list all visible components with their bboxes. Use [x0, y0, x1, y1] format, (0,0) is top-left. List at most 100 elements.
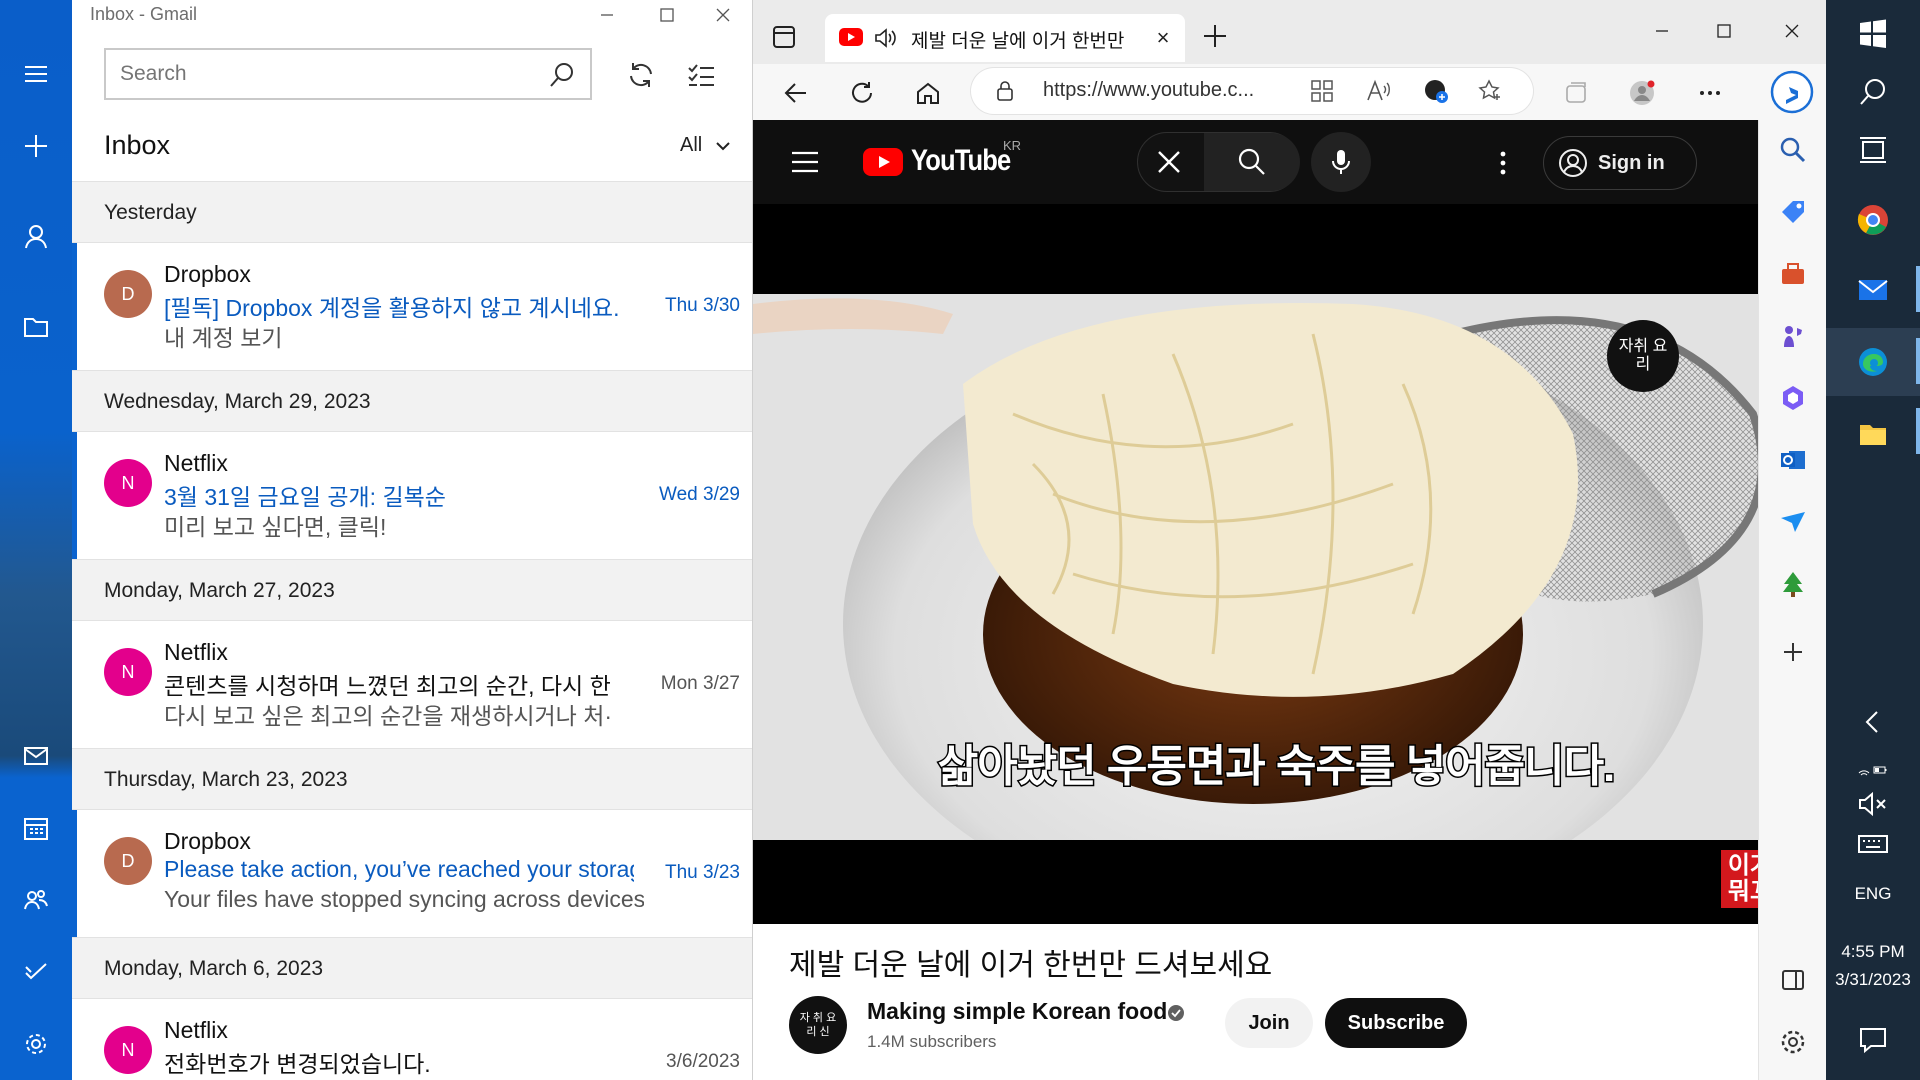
maximize-button[interactable] [644, 0, 690, 30]
speaker-icon[interactable] [873, 26, 897, 50]
chrome-taskbar-button[interactable] [1826, 186, 1920, 254]
sidebar-search-button[interactable] [1775, 132, 1811, 168]
filter-dropdown[interactable]: All [680, 134, 732, 157]
people-switch-button[interactable] [0, 872, 72, 928]
tab-actions-icon[interactable] [771, 24, 797, 50]
profile-button[interactable] [1625, 76, 1659, 110]
close-tab-button[interactable]: × [1151, 25, 1175, 50]
address-bar[interactable]: https://www.youtube.c... [971, 68, 1533, 114]
sidebar-tools-button[interactable] [1775, 256, 1811, 292]
touch-keyboard-button[interactable] [1826, 822, 1920, 866]
minimize-button[interactable] [584, 0, 630, 30]
bing-chat-button[interactable] [1758, 64, 1826, 120]
clock-date[interactable]: 3/31/2023 [1826, 970, 1920, 990]
video-subtitle: 삶아놨던 우동면과 숙주를 넣어줍니다. [936, 741, 1617, 793]
calendar-switch-button[interactable] [0, 800, 72, 856]
sidebar-games-button[interactable] [1775, 318, 1811, 354]
collections-button[interactable] [1559, 76, 1593, 110]
plus-icon[interactable] [1201, 22, 1229, 50]
new-mail-button[interactable] [0, 118, 72, 174]
windows-taskbar: ENG 4:55 PM 3/31/2023 [1826, 0, 1920, 1080]
show-hidden-icons-button[interactable] [1826, 700, 1920, 744]
date-header: Yesterday [72, 181, 752, 243]
video-player[interactable]: 자취 요리 삶아놨던 우동면과 숙주를 넣어줍니다. 이거 뭐꼬 [753, 204, 1799, 924]
sidebar-tree-button[interactable] [1775, 566, 1811, 602]
avatar: D [104, 270, 152, 318]
maximize-button[interactable] [1701, 14, 1747, 48]
refresh-button[interactable] [845, 76, 879, 110]
youtube-logo-icon[interactable] [863, 148, 903, 176]
hamburger-icon[interactable] [791, 150, 819, 174]
apps-icon[interactable] [1309, 78, 1335, 104]
clock-time[interactable]: 4:55 PM [1826, 942, 1920, 962]
message-item[interactable]: D Dropbox Please take action, you’ve rea… [72, 810, 752, 937]
keyboard-icon [1858, 835, 1888, 853]
bing-icon [1770, 70, 1814, 114]
close-button[interactable] [1769, 14, 1815, 48]
sidebar-add-button[interactable] [1775, 634, 1811, 670]
running-indicator [1916, 338, 1920, 384]
sign-in-button[interactable]: Sign in [1543, 136, 1697, 190]
settings-button[interactable] [0, 1016, 72, 1072]
mail-taskbar-button[interactable] [1826, 256, 1920, 324]
close-button[interactable] [700, 0, 746, 30]
settings-more-button[interactable] [1693, 76, 1727, 110]
channel-watermark: 자취 요리 [1607, 320, 1679, 392]
search-input[interactable] [120, 62, 540, 86]
minimize-button[interactable] [1639, 14, 1685, 48]
sync-button[interactable] [618, 52, 664, 98]
back-button[interactable] [779, 76, 813, 110]
running-indicator [1916, 408, 1920, 454]
youtube-search-button[interactable] [1204, 133, 1300, 191]
favorite-star-icon[interactable] [1477, 78, 1503, 104]
video-frame[interactable]: 자취 요리 삶아놨던 우동면과 숙주를 넣어줍니다. [753, 294, 1799, 840]
todo-switch-button[interactable] [0, 944, 72, 1000]
message-item[interactable]: N Netflix 3월 31일 금요일 공개: 길복순 미리 보고 싶다면, … [72, 432, 752, 559]
notification-icon [1860, 1028, 1886, 1054]
channel-avatar[interactable]: 자 취 요 리 신 [789, 996, 847, 1054]
sender-name: Netflix [164, 639, 228, 665]
sidebar-drop-button[interactable] [1775, 504, 1811, 540]
extension-icon[interactable] [1423, 78, 1449, 104]
sidebar-office-button[interactable] [1775, 380, 1811, 416]
channel-name[interactable]: Making simple Korean food [867, 998, 1167, 1025]
more-horizontal-icon [1700, 91, 1720, 95]
hamburger-menu-button[interactable] [0, 46, 72, 102]
lock-icon[interactable] [995, 80, 1015, 102]
accounts-button[interactable] [0, 208, 72, 264]
sidebar-settings-button[interactable] [1775, 1024, 1811, 1060]
read-aloud-icon[interactable] [1365, 78, 1391, 104]
message-item[interactable]: D Dropbox [필독] Dropbox 계정을 활용하지 않고 계시네요.… [72, 243, 752, 370]
youtube-search-box[interactable] [1137, 132, 1300, 192]
mail-switch-button[interactable] [0, 728, 72, 784]
send-icon [1781, 512, 1805, 532]
selection-mode-button[interactable] [678, 52, 724, 98]
browser-tab[interactable]: 제발 더운 날에 이거 한번만 × [825, 14, 1185, 62]
message-item[interactable]: N Netflix 콘텐츠를 시청하며 느꼈던 최고의 순간, 다시 한 다시 … [72, 621, 752, 748]
person-icon [25, 225, 47, 249]
verified-check-icon [1168, 1005, 1184, 1021]
sidebar-shopping-button[interactable] [1775, 194, 1811, 230]
search-icon[interactable] [548, 61, 576, 89]
join-button[interactable]: Join [1225, 998, 1313, 1048]
voice-search-button[interactable] [1311, 132, 1371, 192]
task-view-button[interactable] [1826, 116, 1920, 184]
received-date: Thu 3/30 [665, 295, 740, 316]
input-language[interactable]: ENG [1826, 884, 1920, 904]
volume-button[interactable] [1826, 782, 1920, 826]
sender-name: Netflix [164, 1017, 228, 1043]
notifications-button[interactable] [1826, 1012, 1920, 1068]
edge-taskbar-button[interactable] [1826, 328, 1920, 396]
calendar-icon [24, 818, 48, 840]
subscribe-button[interactable]: Subscribe [1325, 998, 1467, 1048]
home-button[interactable] [911, 76, 945, 110]
folders-button[interactable] [0, 298, 72, 354]
sidebar-outlook-button[interactable] [1775, 442, 1811, 478]
close-icon [716, 8, 730, 22]
more-vertical-icon[interactable] [1497, 148, 1509, 178]
message-item[interactable]: N Netflix 전화번호가 변경되었습니다. 3/6/2023 [72, 999, 752, 1080]
close-icon[interactable] [1154, 147, 1184, 177]
date-header: Monday, March 6, 2023 [72, 937, 752, 999]
file-explorer-taskbar-button[interactable] [1826, 400, 1920, 468]
sidebar-toggle-button[interactable] [1775, 962, 1811, 998]
